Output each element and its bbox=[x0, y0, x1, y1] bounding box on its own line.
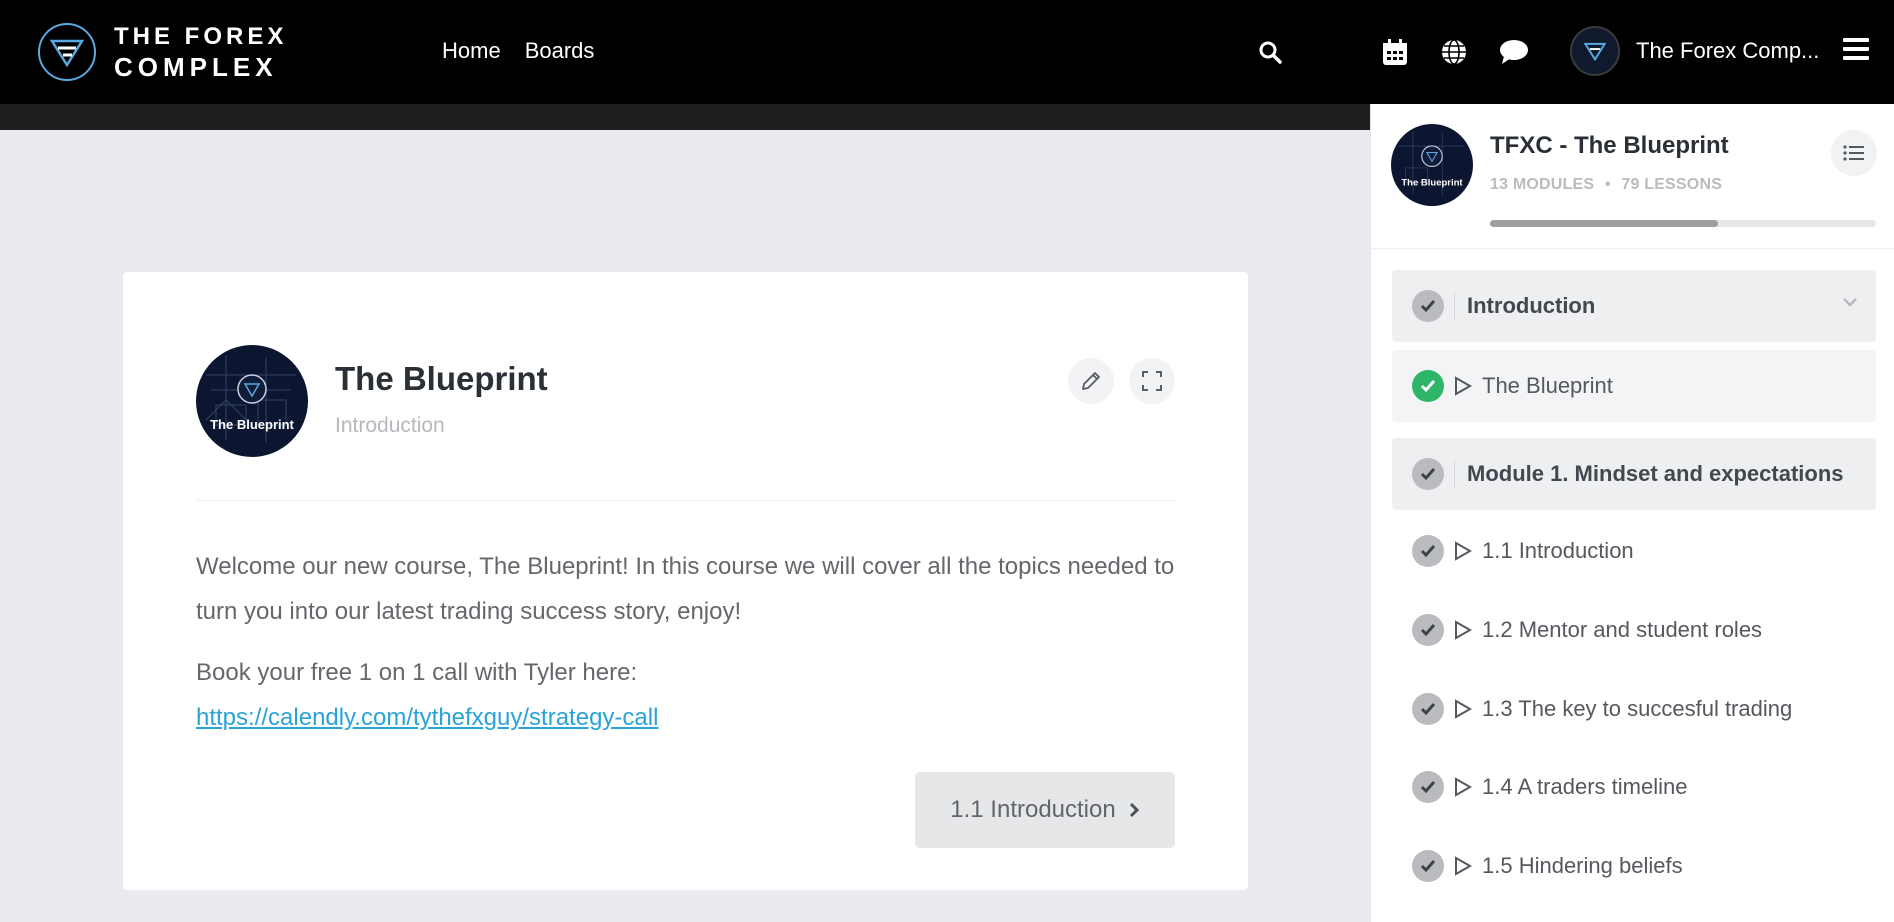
play-icon bbox=[1455, 777, 1472, 797]
hamburger-menu-icon[interactable] bbox=[1843, 38, 1869, 62]
lesson-label: 1.2 Mentor and student roles bbox=[1482, 617, 1763, 642]
meta-bullet: • bbox=[1604, 176, 1611, 193]
lesson-avatar-text: The Blueprint bbox=[210, 417, 294, 432]
list-icon bbox=[1843, 145, 1864, 161]
module-count: 13 MODULES bbox=[1490, 176, 1595, 193]
play-icon bbox=[1455, 699, 1472, 719]
lesson-label: 1.3 The key to succesful trading bbox=[1482, 696, 1793, 721]
logo-icon bbox=[38, 23, 96, 81]
main-nav: Home Boards bbox=[442, 38, 594, 64]
check-complete-icon bbox=[1412, 370, 1444, 402]
check-icon bbox=[1412, 850, 1444, 882]
check-icon bbox=[1412, 771, 1444, 803]
next-lesson-button[interactable]: 1.1 Introduction bbox=[915, 772, 1175, 848]
lesson-label: The Blueprint bbox=[1482, 373, 1613, 398]
check-icon bbox=[1412, 290, 1444, 322]
lesson-item-1-2[interactable]: 1.2 Mentor and student roles bbox=[1392, 594, 1876, 666]
globe-icon[interactable] bbox=[1438, 36, 1470, 68]
course-avatar-text: The Blueprint bbox=[1401, 178, 1463, 189]
section-label: Module 1. Mindset and expectations bbox=[1467, 461, 1844, 486]
top-navbar: THE FOREX COMPLEX Home Boards The Forex … bbox=[0, 0, 1894, 104]
check-icon bbox=[1412, 693, 1444, 725]
logo-wordmark: THE FOREX COMPLEX bbox=[114, 22, 287, 82]
course-avatar: The Blueprint bbox=[1391, 124, 1473, 206]
chevron-down-icon[interactable] bbox=[1842, 296, 1858, 308]
site-logo[interactable]: THE FOREX COMPLEX bbox=[38, 22, 287, 82]
check-icon bbox=[1412, 458, 1444, 490]
booking-link-paragraph: https://calendly.com/tythefxguy/strategy… bbox=[196, 695, 1175, 740]
lesson-label: 1.5 Hindering beliefs bbox=[1482, 853, 1683, 878]
section-module-1[interactable]: Module 1. Mindset and expectations bbox=[1392, 438, 1876, 510]
section-separator bbox=[1454, 292, 1455, 320]
fullscreen-button[interactable] bbox=[1129, 358, 1175, 404]
lesson-card: The Blueprint The Blueprint Introduction… bbox=[123, 272, 1248, 890]
play-icon bbox=[1455, 376, 1472, 396]
lesson-item-1-1[interactable]: 1.1 Introduction bbox=[1392, 515, 1876, 587]
expand-icon bbox=[1142, 371, 1162, 391]
lesson-description: Welcome our new course, The Blueprint! I… bbox=[196, 553, 1175, 625]
user-avatar bbox=[1570, 26, 1620, 76]
section-introduction[interactable]: Introduction bbox=[1392, 270, 1876, 342]
toggle-outline-button[interactable] bbox=[1831, 130, 1877, 176]
logo-line-2: COMPLEX bbox=[114, 52, 278, 82]
chat-icon[interactable] bbox=[1498, 36, 1530, 68]
course-progress-bar bbox=[1490, 220, 1876, 227]
search-icon[interactable] bbox=[1254, 36, 1286, 68]
lesson-count: 79 LESSONS bbox=[1621, 176, 1723, 193]
play-icon bbox=[1455, 620, 1472, 640]
booking-link[interactable]: https://calendly.com/tythefxguy/strategy… bbox=[196, 704, 658, 731]
user-menu[interactable]: The Forex Comp... bbox=[1570, 26, 1819, 76]
pencil-icon bbox=[1082, 372, 1100, 390]
check-icon bbox=[1412, 614, 1444, 646]
course-meta: 13 MODULES • 79 LESSONS bbox=[1490, 176, 1722, 194]
course-title: TFXC - The Blueprint bbox=[1490, 132, 1729, 159]
edit-button[interactable] bbox=[1068, 358, 1114, 404]
calendar-icon[interactable] bbox=[1379, 36, 1411, 68]
lesson-avatar: The Blueprint bbox=[196, 345, 308, 457]
lesson-label: 1.1 Introduction bbox=[1482, 538, 1634, 563]
lesson-item-1-5[interactable]: 1.5 Hindering beliefs bbox=[1392, 830, 1876, 902]
card-divider bbox=[196, 500, 1175, 501]
sub-bar bbox=[0, 104, 1370, 130]
nav-home-link[interactable]: Home bbox=[442, 38, 501, 64]
play-icon bbox=[1455, 541, 1472, 561]
logo-line-1: THE FOREX bbox=[114, 23, 288, 50]
play-icon bbox=[1455, 856, 1472, 876]
check-icon bbox=[1412, 535, 1444, 567]
user-name: The Forex Comp... bbox=[1636, 38, 1820, 63]
booking-text: Book your free 1 on 1 call with Tyler he… bbox=[196, 659, 638, 686]
course-progress-fill bbox=[1490, 220, 1718, 227]
next-lesson-label: 1.1 Introduction bbox=[950, 796, 1116, 823]
chevron-right-icon bbox=[1129, 802, 1139, 818]
sidebar-divider bbox=[1371, 248, 1894, 249]
nav-boards-link[interactable]: Boards bbox=[525, 38, 595, 64]
lesson-subtitle: Introduction bbox=[335, 414, 445, 437]
section-separator bbox=[1454, 460, 1455, 488]
section-label: Introduction bbox=[1467, 293, 1596, 318]
lesson-label: 1.4 A traders timeline bbox=[1482, 774, 1688, 799]
lesson-item-1-4[interactable]: 1.4 A traders timeline bbox=[1392, 751, 1876, 823]
lesson-item-the-blueprint[interactable]: The Blueprint bbox=[1392, 350, 1876, 422]
lesson-title: The Blueprint bbox=[335, 360, 548, 397]
course-sidebar: The Blueprint TFXC - The Blueprint 13 MO… bbox=[1370, 104, 1894, 922]
lesson-item-1-3[interactable]: 1.3 The key to succesful trading bbox=[1392, 673, 1876, 745]
